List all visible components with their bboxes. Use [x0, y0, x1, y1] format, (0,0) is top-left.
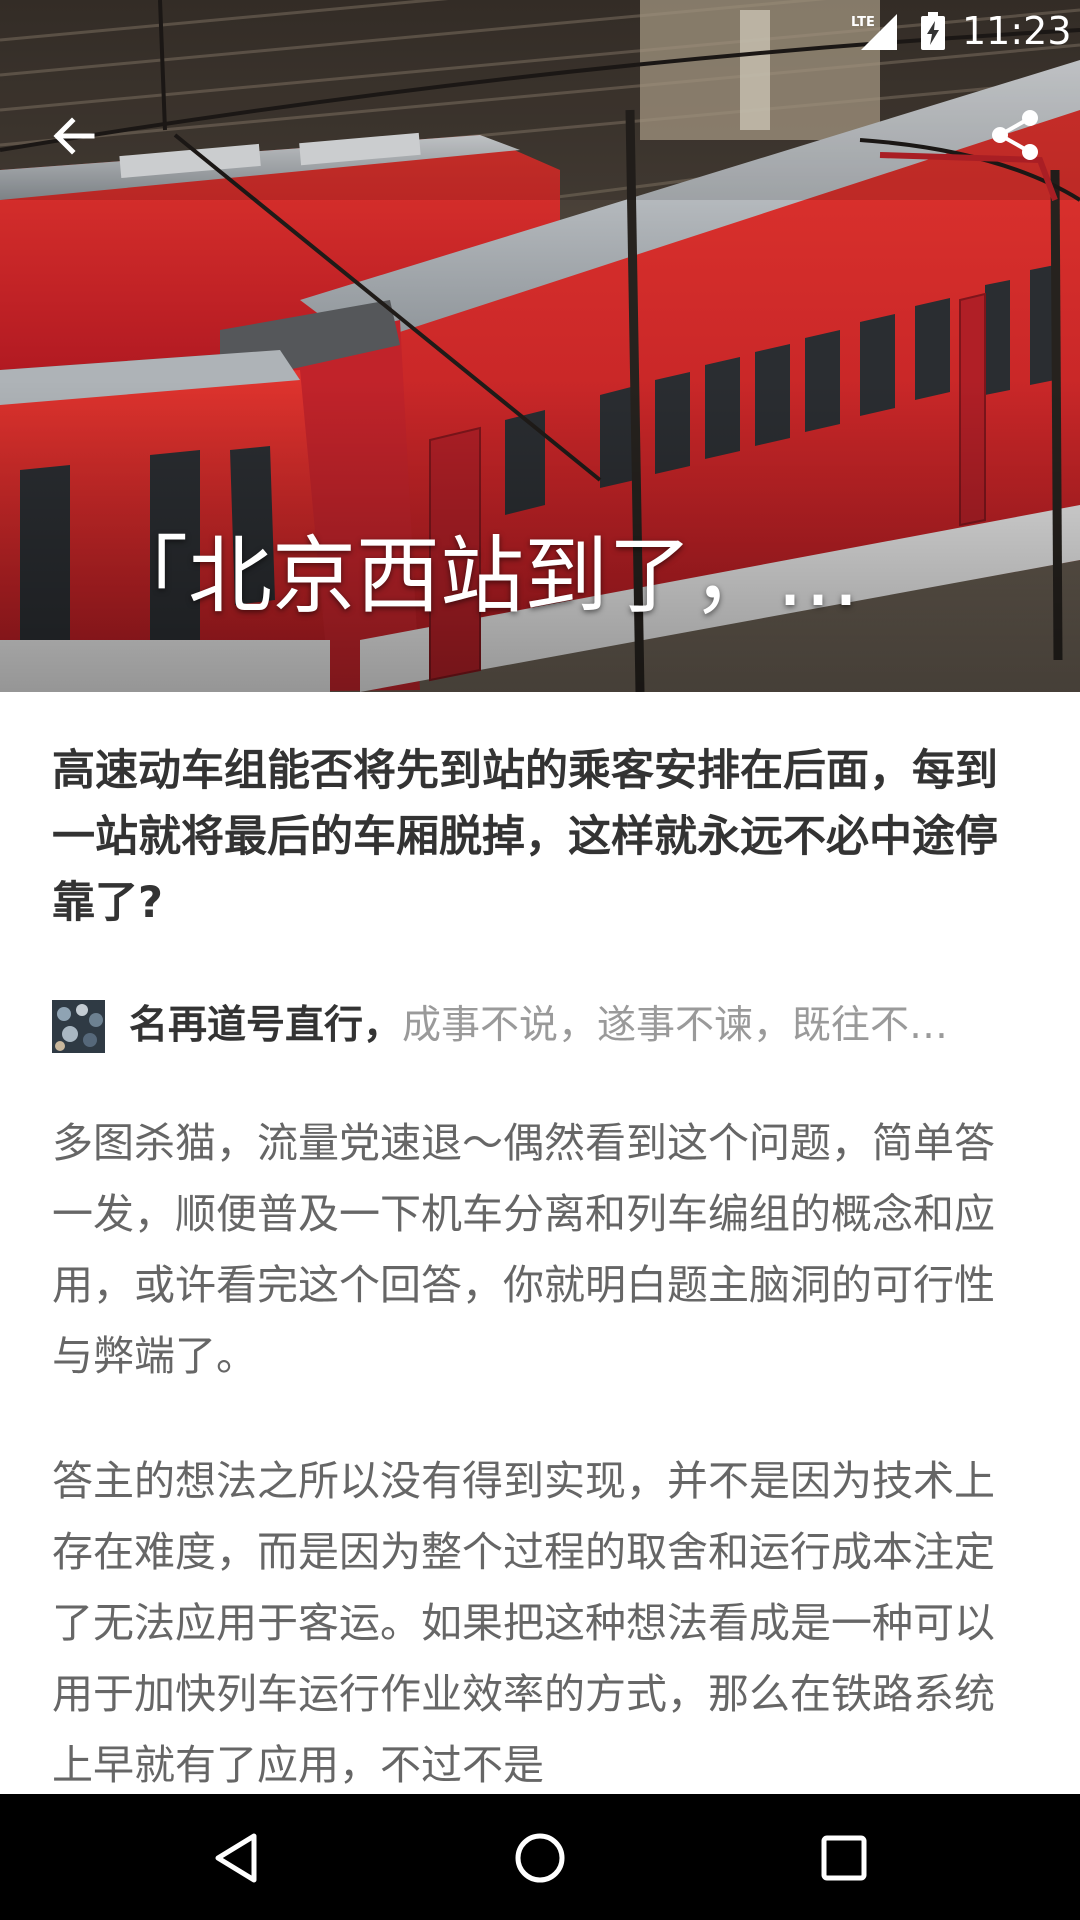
paragraph: 答主的想法之所以没有得到实现，并不是因为技术上存在难度，而是因为整个过程的取舍和…	[52, 1457, 995, 1789]
screen: 「北京西站到了，乘… LTE 11:23 高速动车组能否将先到站的乘客安排在后面…	[0, 0, 1080, 1920]
author-row[interactable]: 名再道号直行，成事不说，遂事不谏，既往不…	[52, 996, 1012, 1056]
battery-charging-icon	[920, 12, 946, 50]
share-button[interactable]	[980, 100, 1050, 170]
hero-image: 「北京西站到了，乘…	[0, 0, 1080, 692]
home-circle-icon	[515, 1833, 565, 1883]
hero-title: 「北京西站到了，乘…	[104, 527, 924, 625]
author-bio: 成事不说，遂事不谏，既往不…	[402, 1003, 949, 1048]
recents-square-icon	[821, 1835, 867, 1881]
lte-label: LTE	[851, 15, 875, 30]
author-info: 名再道号直行，成事不说，遂事不谏，既往不…	[129, 998, 999, 1054]
avatar[interactable]	[52, 999, 105, 1053]
back-triangle-icon	[215, 1833, 257, 1883]
article-body: 多图杀猫，流量党速退～偶然看到这个问题，简单答一发，顺便普及一下机车分离和列车编…	[52, 1108, 1004, 1855]
arrow-left-icon	[53, 117, 95, 155]
status-bar: LTE 11:23	[0, 0, 1080, 63]
nav-recents-button[interactable]	[804, 1818, 884, 1898]
share-icon	[992, 110, 1038, 160]
nav-home-button[interactable]	[500, 1818, 580, 1898]
status-time: 11:23	[962, 9, 1072, 53]
question-title[interactable]: 高速动车组能否将先到站的乘客安排在后面，每到一站就将最后的车厢脱掉，这样就永远不…	[52, 738, 1012, 936]
author-name[interactable]: 名再道号直行，	[129, 1003, 402, 1048]
nav-back-button[interactable]	[196, 1818, 276, 1898]
navigation-bar	[0, 1794, 1080, 1920]
lte-signal-icon: LTE	[851, 12, 897, 52]
back-button[interactable]	[40, 102, 108, 170]
paragraph: 多图杀猫，流量党速退～偶然看到这个问题，简单答一发，顺便普及一下机车分离和列车编…	[52, 1119, 995, 1380]
